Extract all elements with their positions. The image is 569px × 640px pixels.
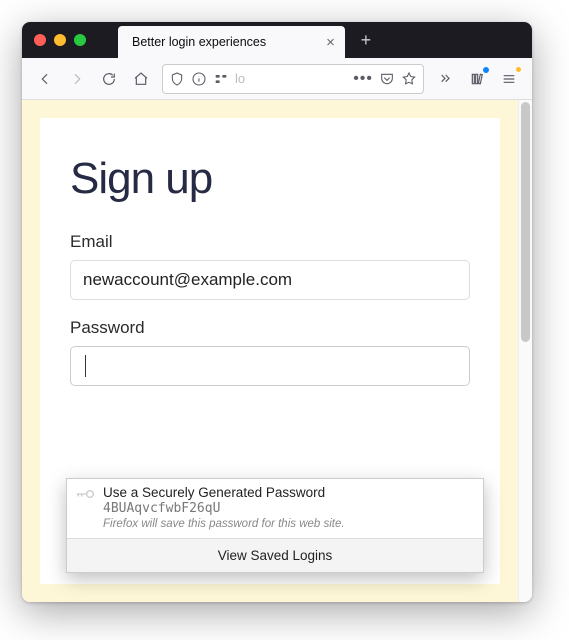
email-value: newaccount@example.com (83, 270, 292, 289)
tab-close-icon[interactable]: × (326, 34, 335, 51)
password-label: Password (70, 318, 470, 338)
browser-tab[interactable]: Better login experiences × (118, 26, 345, 58)
vertical-scrollbar[interactable] (518, 100, 532, 602)
tab-title: Better login experiences (132, 35, 266, 49)
window-controls (30, 34, 94, 46)
email-field-group: Email newaccount@example.com (70, 232, 470, 300)
permissions-icon[interactable] (213, 71, 229, 87)
email-label: Email (70, 232, 470, 252)
autofill-generated-password: 4BUAqvcfwbF26qU (103, 501, 473, 516)
back-button[interactable] (30, 64, 60, 94)
forward-button[interactable] (62, 64, 92, 94)
page-heading: Sign up (70, 154, 470, 204)
new-tab-button[interactable]: + (351, 25, 381, 55)
autofill-title: Use a Securely Generated Password (103, 485, 473, 500)
key-icon (75, 487, 95, 501)
shield-icon[interactable] (169, 71, 185, 87)
app-menu-button[interactable] (494, 64, 524, 94)
scrollbar-thumb[interactable] (521, 102, 530, 342)
content-area: Sign up Email newaccount@example.com Pas… (22, 100, 532, 602)
password-autofill-popup: Use a Securely Generated Password 4BUAqv… (66, 478, 484, 573)
url-text: lo (235, 71, 347, 86)
email-input[interactable]: newaccount@example.com (70, 260, 470, 300)
nav-toolbar: lo ••• (22, 58, 532, 100)
password-input[interactable] (70, 346, 470, 386)
autofill-note: Firefox will save this password for this… (103, 518, 473, 530)
menu-alert-icon (515, 66, 522, 73)
minimize-window-button[interactable] (54, 34, 66, 46)
tab-bar: Better login experiences × + (22, 22, 532, 58)
site-info-icon[interactable] (191, 71, 207, 87)
page-body: Sign up Email newaccount@example.com Pas… (22, 100, 518, 602)
library-button[interactable] (462, 64, 492, 94)
url-bar[interactable]: lo ••• (162, 64, 424, 94)
overflow-button[interactable] (430, 64, 460, 94)
reload-button[interactable] (94, 64, 124, 94)
browser-window: Better login experiences × + (22, 22, 532, 602)
home-button[interactable] (126, 64, 156, 94)
text-cursor-icon (85, 355, 86, 377)
notification-dot-icon (483, 67, 489, 73)
password-field-group: Password (70, 318, 470, 386)
autofill-suggestion-row[interactable]: Use a Securely Generated Password 4BUAqv… (67, 479, 483, 538)
view-saved-logins-button[interactable]: View Saved Logins (67, 538, 483, 572)
page-actions-icon[interactable]: ••• (353, 70, 373, 88)
zoom-window-button[interactable] (74, 34, 86, 46)
bookmark-star-icon[interactable] (401, 71, 417, 87)
pocket-icon[interactable] (379, 71, 395, 87)
close-window-button[interactable] (34, 34, 46, 46)
